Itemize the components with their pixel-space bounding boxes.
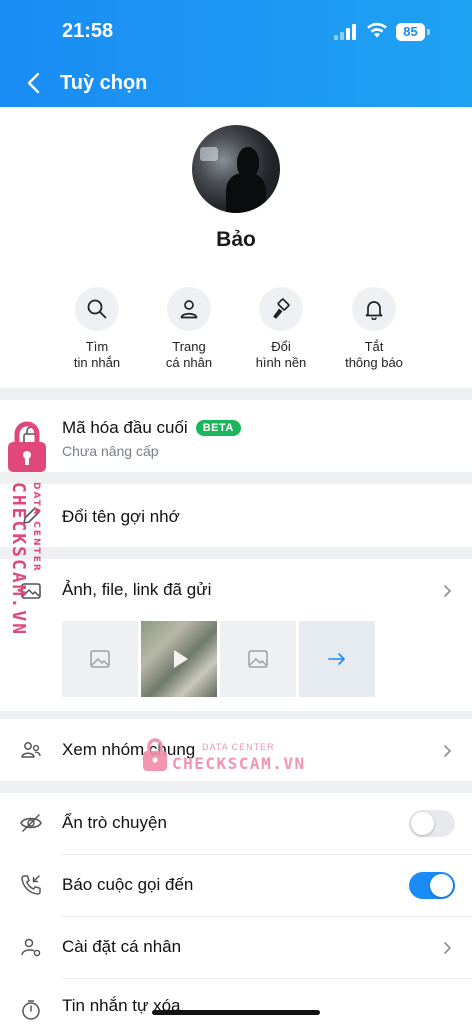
status-bar: 21:58 85 (0, 0, 472, 62)
media-thumbnail[interactable] (62, 621, 138, 697)
action-label: Tắt (364, 339, 384, 354)
header: 21:58 85 Tuỳ chọn (0, 0, 472, 107)
media-thumbnails (62, 621, 376, 697)
contact-name: Bảo (216, 228, 256, 251)
rename-title: Đổi tên gợi nhớ (62, 507, 180, 526)
settings-list: Ẩn trò chuyện Báo cuộc gọi đến Cài đặt c… (0, 793, 472, 1024)
beta-badge: BETA (195, 420, 241, 436)
home-indicator (152, 1010, 320, 1015)
bell-icon (365, 301, 383, 320)
battery-icon: 85 (396, 23, 430, 41)
action-label: Đổi (271, 339, 291, 354)
media-title[interactable]: Ảnh, file, link đã gửi (62, 580, 211, 600)
encryption-row[interactable]: Mã hóa đầu cuối BETA Chưa nâng cấp (0, 400, 472, 472)
chevron-right-icon (444, 745, 452, 757)
user-settings-icon (21, 938, 41, 957)
nav-bar: Tuỳ chọn (0, 62, 472, 107)
chevron-right-icon[interactable] (442, 584, 454, 598)
call-alert-title: Báo cuộc gọi đến (62, 875, 194, 894)
media-thumbnail-video[interactable] (141, 621, 217, 697)
timer-icon (22, 1000, 40, 1020)
watermark-tag: DATA CENTER (31, 482, 41, 573)
action-label: hình nền (255, 355, 307, 370)
action-label: cá nhân (165, 355, 213, 370)
watermark-lock-icon (8, 421, 46, 472)
watermark-brand: CHECKSCAM.VN (172, 754, 306, 773)
search-icon (87, 299, 107, 319)
encryption-subtitle: Chưa nâng cấp (62, 443, 159, 459)
hide-chat-title: Ẩn trò chuyện (62, 813, 167, 832)
watermark-brand: CHECKSCAM.VN (8, 482, 29, 637)
rename-row[interactable]: Đổi tên gợi nhớ (0, 484, 472, 547)
personal-settings-title[interactable]: Cài đặt cá nhân (62, 937, 181, 957)
media-section: Ảnh, file, link đã gửi (0, 559, 472, 711)
action-label: tin nhắn (73, 355, 121, 370)
play-icon (174, 650, 188, 668)
mute-notifications-button[interactable]: Tắt thông báo (319, 287, 429, 371)
watermark-center: DATA CENTER CHECKSCAM.VN (142, 736, 304, 776)
profile-card: Bảo Tìm tin nhắn Trang cá nhân Đổi hình nền (0, 107, 472, 388)
group-icon (21, 742, 41, 758)
call-alert-toggle[interactable] (409, 872, 455, 899)
see-more-media-button[interactable] (299, 621, 375, 697)
user-icon (180, 300, 198, 319)
back-arrow-icon[interactable] (22, 70, 48, 96)
action-label: Trang (172, 339, 206, 354)
status-time: 21:58 (62, 20, 114, 42)
encryption-title: Mã hóa đầu cuối (62, 418, 188, 437)
chevron-right-icon (444, 942, 452, 954)
media-thumbnail[interactable] (220, 621, 296, 697)
watermark-tag: DATA CENTER (202, 742, 275, 752)
eye-off-icon (20, 814, 42, 832)
paint-brush-icon (273, 298, 290, 319)
page-title: Tuỳ chọn (60, 72, 148, 94)
watermark-side: CHECKSCAM.VN DATA CENTER (6, 418, 50, 648)
image-placeholder-icon (90, 650, 110, 668)
avatar[interactable] (192, 125, 280, 213)
wifi-icon (367, 22, 387, 38)
cellular-signal-icon (334, 24, 360, 40)
battery-level: 85 (396, 23, 425, 41)
action-label: thông báo (345, 355, 403, 370)
image-placeholder-icon (248, 650, 268, 668)
action-label: Tìm (85, 339, 109, 354)
arrow-right-icon (328, 653, 345, 665)
incoming-call-icon (21, 875, 41, 895)
hide-chat-toggle[interactable] (409, 810, 455, 837)
watermark-lock-icon (143, 738, 167, 771)
